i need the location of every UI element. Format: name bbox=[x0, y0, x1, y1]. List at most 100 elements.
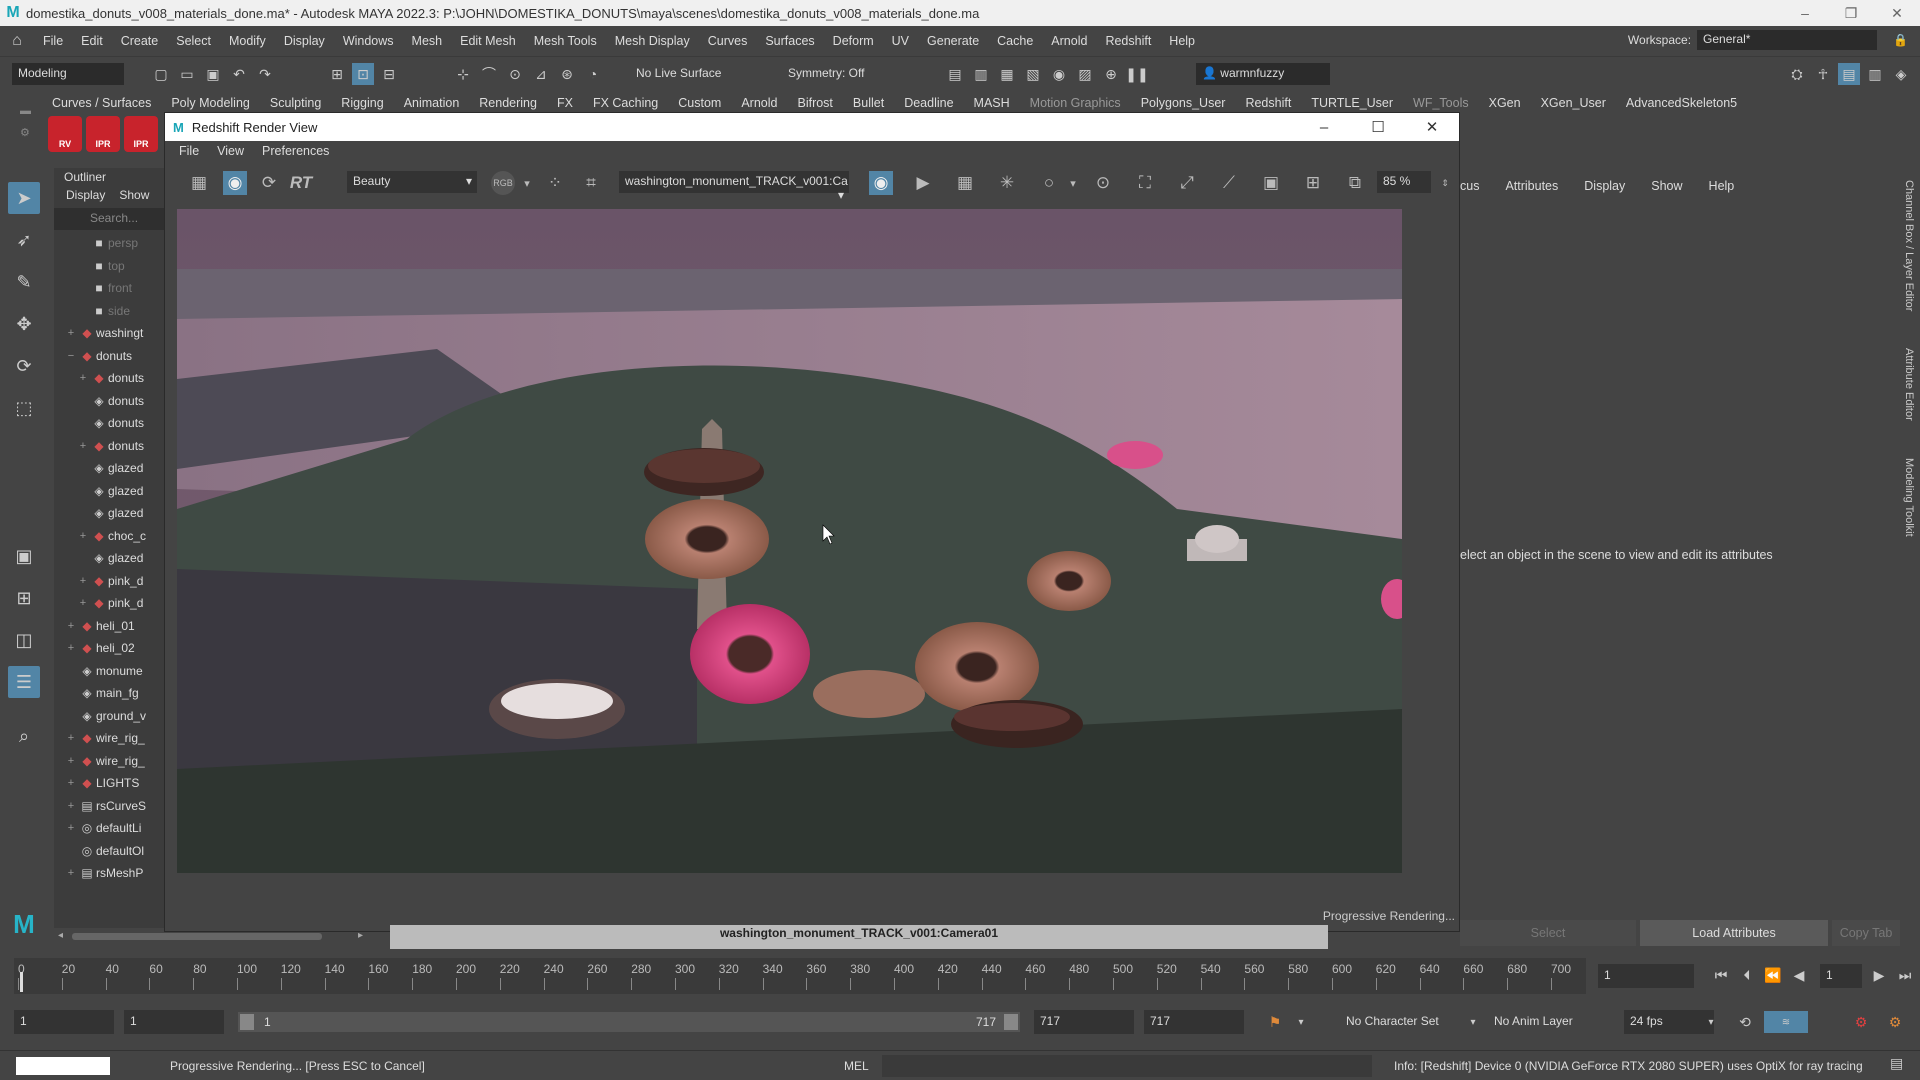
hypershade-icon[interactable]: ◉ bbox=[1048, 63, 1070, 85]
ae-load-attributes-button[interactable]: Load Attributes bbox=[1640, 920, 1828, 946]
outliner-row[interactable]: + ◆ wire_rig_ bbox=[54, 727, 166, 750]
outliner-row[interactable]: ■ persp bbox=[54, 232, 166, 255]
expand-toggle-icon[interactable]: + bbox=[76, 597, 90, 609]
two-view-icon[interactable]: ◫ bbox=[8, 624, 40, 656]
range-bar[interactable]: 1 717 bbox=[238, 1012, 1020, 1032]
outliner-row[interactable]: ◈ glazed bbox=[54, 457, 166, 480]
shelf-tab-motion-graphics[interactable]: Motion Graphics bbox=[1020, 96, 1131, 110]
scroll-right-icon[interactable]: ▸ bbox=[358, 930, 363, 941]
outliner-row[interactable]: + ◎ defaultLi bbox=[54, 817, 166, 840]
render-start-icon[interactable]: ◉ bbox=[223, 171, 247, 195]
outliner-layout-icon[interactable]: ☰ bbox=[8, 666, 40, 698]
outliner-row[interactable]: ◈ donuts bbox=[54, 390, 166, 413]
outliner-row[interactable]: ◈ glazed bbox=[54, 547, 166, 570]
expand-toggle-icon[interactable]: + bbox=[64, 642, 78, 654]
rs-render-view-shelf-icon[interactable]: RV bbox=[48, 116, 82, 152]
rv-minimize-icon[interactable]: – bbox=[1297, 113, 1351, 141]
camera-dropdown[interactable]: washington_monument_TRACK_v001:Ca ▾ bbox=[619, 171, 849, 202]
zoom-field[interactable]: 85 % bbox=[1377, 171, 1431, 193]
render-viewport[interactable] bbox=[177, 209, 1402, 873]
menu-create[interactable]: Create bbox=[112, 34, 168, 48]
shelf-tab-rendering[interactable]: Rendering bbox=[469, 96, 547, 110]
expand-toggle-icon[interactable]: + bbox=[76, 440, 90, 452]
rotate-tool-icon[interactable]: ⟳ bbox=[8, 350, 40, 382]
expand-toggle-icon[interactable]: + bbox=[64, 867, 78, 879]
circle-chevron-icon[interactable]: ▾ bbox=[1061, 171, 1085, 195]
range-start-handle[interactable] bbox=[240, 1014, 254, 1030]
ae-menu-display[interactable]: Display bbox=[1584, 179, 1625, 193]
single-view-icon[interactable]: ▣ bbox=[8, 540, 40, 572]
menu-set-dropdown[interactable]: Modeling bbox=[12, 63, 124, 85]
menu-display[interactable]: Display bbox=[275, 34, 334, 48]
outliner-row[interactable]: ◈ ground_v bbox=[54, 705, 166, 728]
expand-toggle-icon[interactable]: + bbox=[64, 800, 78, 812]
outliner-row[interactable]: ■ front bbox=[54, 277, 166, 300]
select-object-icon[interactable]: ⊡ bbox=[352, 63, 374, 85]
rgb-channel-icon[interactable]: RGB bbox=[491, 171, 515, 195]
go-to-end-icon[interactable]: ⏭ bbox=[1894, 964, 1916, 986]
snap-curve-icon[interactable]: ⌒ bbox=[478, 63, 500, 85]
anim-end-field[interactable]: 717 bbox=[1144, 1010, 1244, 1034]
rv-menu-preferences[interactable]: Preferences bbox=[262, 144, 329, 160]
crop-icon[interactable]: ⌗ bbox=[579, 171, 603, 195]
attribute-editor-toggle-icon[interactable]: ▤ bbox=[1838, 63, 1860, 85]
clapper-icon[interactable]: ▦ bbox=[187, 171, 211, 195]
channel-box-icon[interactable]: ◈ bbox=[1890, 63, 1912, 85]
expand-toggle-icon[interactable]: + bbox=[64, 755, 78, 767]
user-dropdown[interactable]: 👤 warmnfuzzy bbox=[1196, 63, 1330, 85]
shelf-menu-icon[interactable]: ▬ ⚙ bbox=[20, 100, 34, 160]
menu-select[interactable]: Select bbox=[167, 34, 220, 48]
snap-surface-icon[interactable]: ⊛ bbox=[556, 63, 578, 85]
outliner-row[interactable]: + ◆ donuts bbox=[54, 435, 166, 458]
rv-maximize-icon[interactable]: ☐ bbox=[1351, 113, 1405, 141]
channel-chevron-icon[interactable]: ▾ bbox=[515, 171, 539, 195]
outliner-row[interactable]: + ◆ wire_rig_ bbox=[54, 750, 166, 773]
ae-menu-help[interactable]: Help bbox=[1709, 179, 1735, 193]
snapshots-icon[interactable]: ⧉ bbox=[1343, 171, 1367, 195]
anim-layer-field[interactable]: No Anim Layer bbox=[1488, 1010, 1606, 1034]
undo-icon[interactable]: ↶ bbox=[228, 63, 250, 85]
character-chevron-icon[interactable]: ▾ bbox=[1462, 1011, 1484, 1033]
shelf-tab-curves-surfaces[interactable]: Curves / Surfaces bbox=[42, 96, 161, 110]
expand-toggle-icon[interactable]: + bbox=[76, 530, 90, 542]
expand-toggle-icon[interactable]: + bbox=[64, 822, 78, 834]
channel-box-tab[interactable]: Channel Box / Layer Editor bbox=[1903, 180, 1915, 311]
outliner-row[interactable]: + ▤ rsCurveS bbox=[54, 795, 166, 818]
expand-toggle-icon[interactable]: + bbox=[76, 575, 90, 587]
shelf-tab-animation[interactable]: Animation bbox=[394, 96, 470, 110]
play-forward-icon[interactable]: ▶ bbox=[1868, 964, 1890, 986]
play-backward-icon[interactable]: ◀ bbox=[1788, 964, 1810, 986]
render-frame-icon[interactable]: ▤ bbox=[944, 63, 966, 85]
ae-select-button[interactable]: Select bbox=[1460, 920, 1636, 946]
current-frame-field[interactable]: 1 bbox=[1598, 964, 1694, 988]
sound-icon[interactable]: ≋ bbox=[1764, 1011, 1808, 1033]
menu-surfaces[interactable]: Surfaces bbox=[756, 34, 823, 48]
home-icon[interactable]: ⌂ bbox=[0, 32, 34, 50]
menu-redshift[interactable]: Redshift bbox=[1096, 34, 1160, 48]
shelf-tab-poly-modeling[interactable]: Poly Modeling bbox=[161, 96, 260, 110]
outliner-row[interactable]: ◈ monume bbox=[54, 660, 166, 683]
buckets-icon[interactable]: ▦ bbox=[953, 171, 977, 195]
step-back-frame-icon[interactable]: ⏪ bbox=[1762, 964, 1784, 986]
select-component-icon[interactable]: ⊟ bbox=[378, 63, 400, 85]
modeling-toolkit-tab[interactable]: Modeling Toolkit bbox=[1903, 458, 1915, 537]
symmetry-field[interactable]: Symmetry: Off bbox=[782, 63, 892, 85]
current-time-marker[interactable] bbox=[20, 972, 23, 992]
fps-chevron-icon[interactable]: ▾ bbox=[1700, 1011, 1722, 1033]
menu-deform[interactable]: Deform bbox=[824, 34, 883, 48]
bloom-icon[interactable]: ✳ bbox=[995, 171, 1019, 195]
step-back-key-icon[interactable]: ⏴ bbox=[1736, 964, 1758, 986]
snapshot-icon[interactable]: ▣ bbox=[1259, 171, 1283, 195]
menu-arnold[interactable]: Arnold bbox=[1042, 34, 1096, 48]
human-ik-icon[interactable]: ☥ bbox=[1812, 63, 1834, 85]
open-scene-icon[interactable]: ▭ bbox=[176, 63, 198, 85]
outliner-row[interactable]: + ◆ pink_d bbox=[54, 570, 166, 593]
save-scene-icon[interactable]: ▣ bbox=[202, 63, 224, 85]
outliner-row[interactable]: + ◆ donuts bbox=[54, 367, 166, 390]
lock-camera-icon[interactable]: ◉ bbox=[869, 171, 893, 195]
shelf-tab-mash[interactable]: MASH bbox=[964, 96, 1020, 110]
shelf-tab-turtle-user[interactable]: TURTLE_User bbox=[1301, 96, 1403, 110]
outliner-row[interactable]: ◈ donuts bbox=[54, 412, 166, 435]
edit-icon[interactable]: ⟋ bbox=[1217, 171, 1241, 195]
outliner-scrollbar[interactable]: ◂ ▸ bbox=[58, 930, 363, 942]
